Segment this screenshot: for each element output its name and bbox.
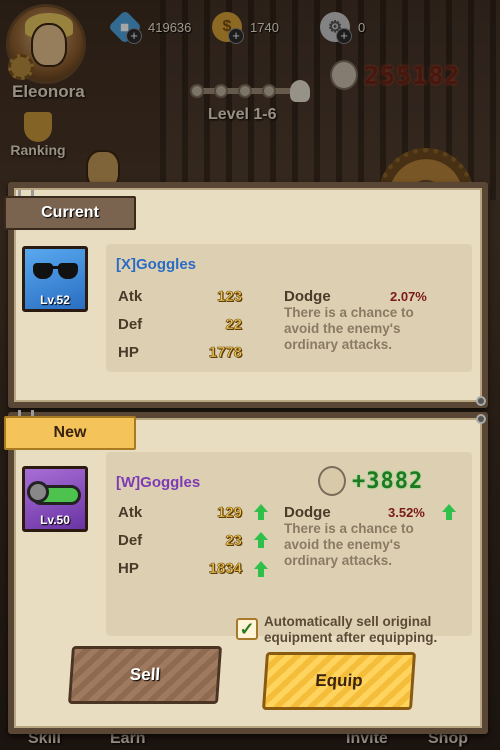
new-atk-value: 129: [216, 504, 243, 522]
new-tag: New: [4, 416, 136, 450]
current-item-name: [X]Goggles: [116, 256, 197, 273]
current-item-icon[interactable]: Lv.52: [22, 246, 88, 312]
auto-sell-label: Automatically sell original equipment af…: [264, 614, 438, 645]
current-atk-value: 123: [216, 288, 243, 306]
new-def-label: Def: [118, 532, 143, 549]
current-dodge-label: Dodge: [284, 288, 331, 305]
current-tag: Current: [4, 196, 136, 230]
new-def-value: 23: [225, 532, 242, 550]
new-hp-value: 1834: [208, 560, 242, 578]
current-hp-value: 1778: [208, 344, 242, 362]
power-gain: +3882: [318, 466, 423, 496]
power-gain-value: +3882: [352, 468, 424, 494]
current-dodge-value: 2.07%: [390, 289, 427, 304]
current-def-label: Def: [118, 316, 143, 333]
auto-sell-checkbox[interactable]: ✓: [236, 618, 258, 640]
increase-arrow-icon: [442, 504, 456, 520]
new-dodge-value: 3.52%: [388, 505, 425, 520]
new-atk-label: Atk: [118, 504, 143, 521]
new-item-name: [W]Goggles: [116, 474, 201, 491]
current-dodge-description: There is a chance to avoid the enemy's o…: [284, 305, 414, 352]
panel-pin: [476, 414, 486, 424]
goggles-lens-icon: [27, 481, 49, 503]
new-dodge-description: There is a chance to avoid the enemy's o…: [284, 521, 414, 568]
sell-button[interactable]: Sell: [67, 646, 223, 704]
new-item-level: Lv.50: [40, 513, 70, 527]
current-item-level: Lv.52: [40, 293, 70, 307]
current-def-value: 22: [225, 316, 242, 334]
equip-button[interactable]: Equip: [261, 652, 417, 710]
increase-arrow-icon: [254, 561, 268, 577]
sunglasses-icon: [33, 263, 79, 281]
new-item-icon[interactable]: Lv.50: [22, 466, 88, 532]
new-dodge-label: Dodge: [284, 504, 331, 521]
new-hp-label: HP: [118, 560, 139, 577]
increase-arrow-icon: [254, 504, 268, 520]
panel-pin: [476, 396, 486, 406]
current-atk-label: Atk: [118, 288, 143, 305]
power-fist-icon: [318, 466, 346, 496]
current-hp-label: HP: [118, 344, 139, 361]
increase-arrow-icon: [254, 532, 268, 548]
